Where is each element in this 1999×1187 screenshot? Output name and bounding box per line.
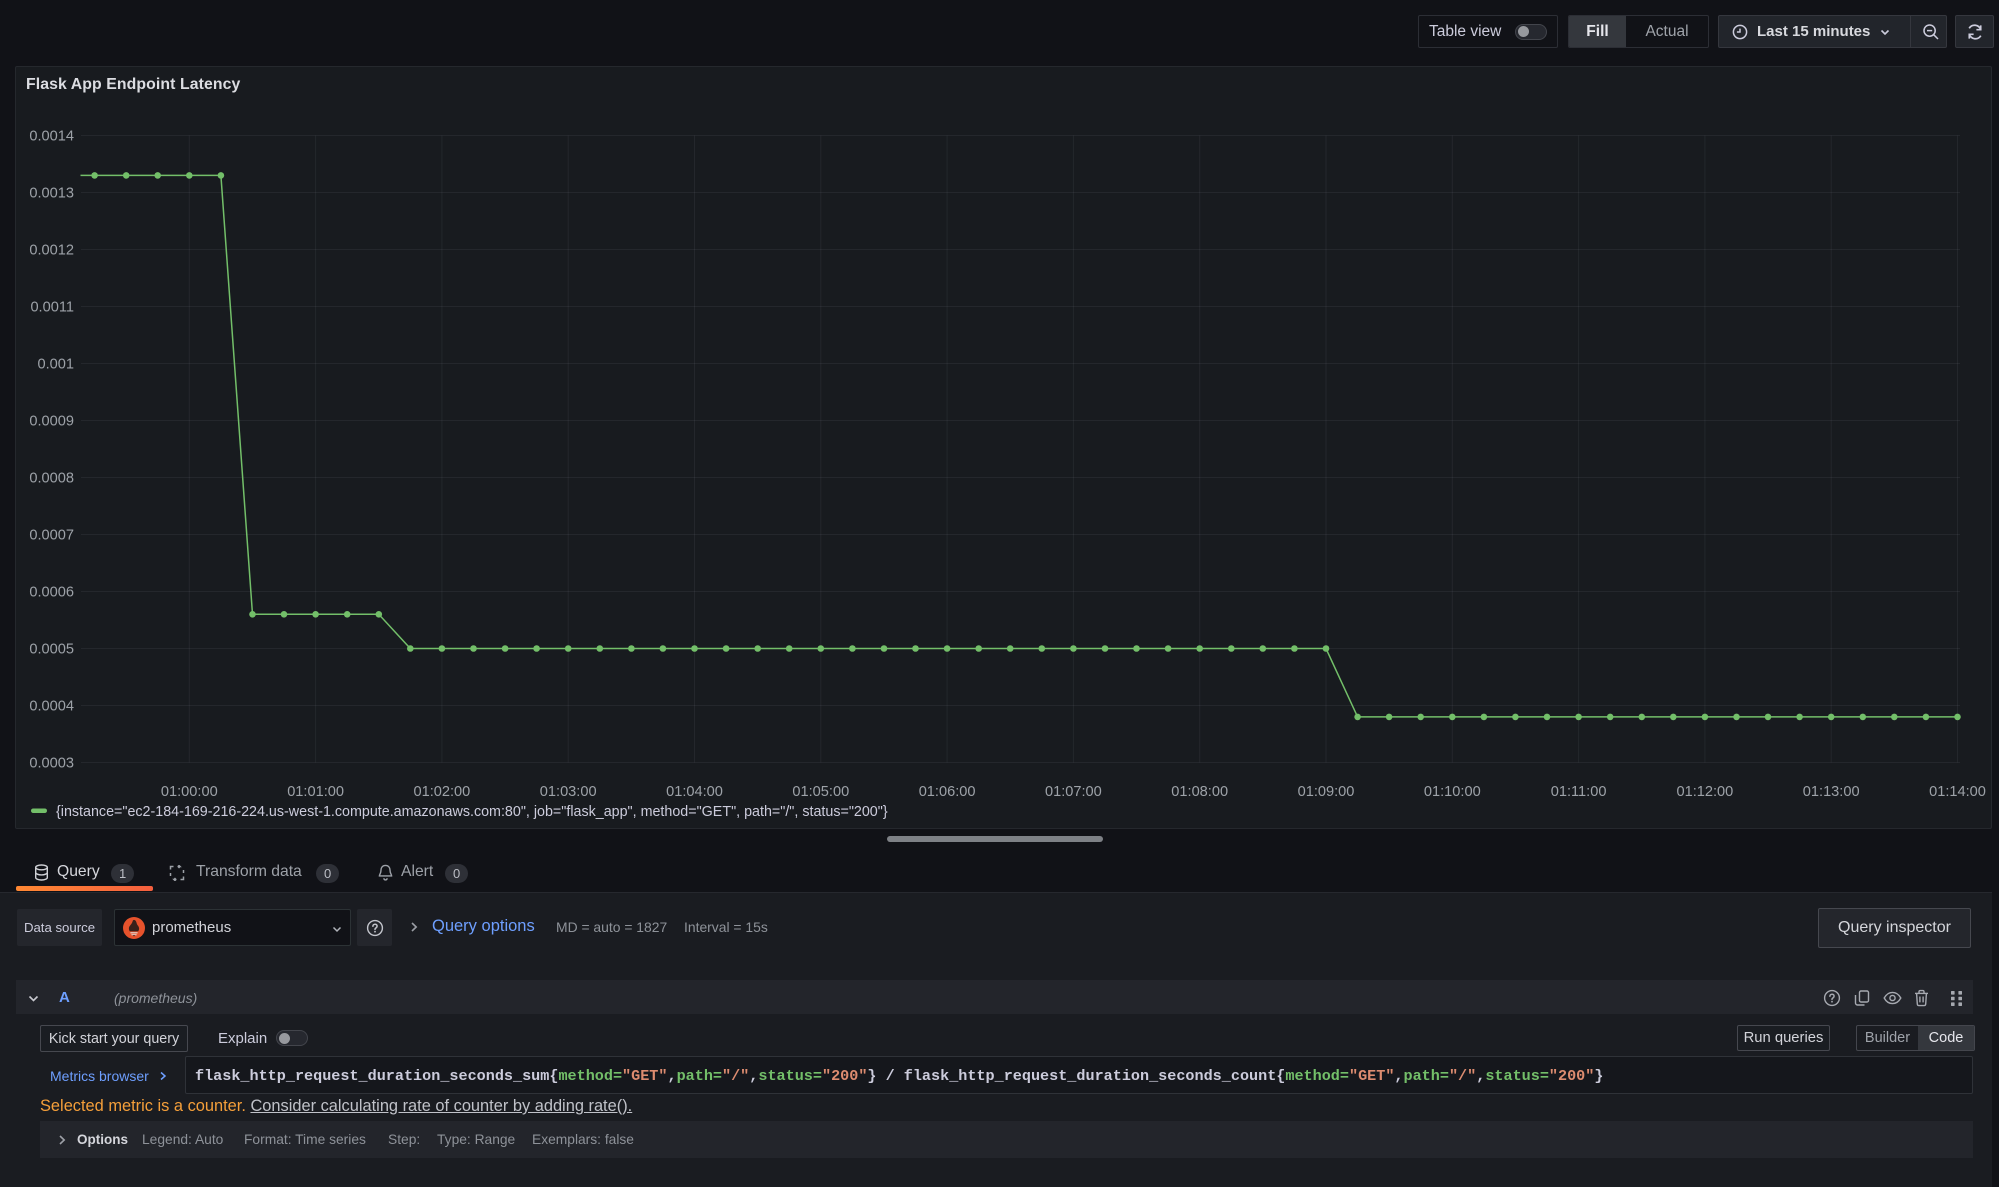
svg-text:01:06:00: 01:06:00 xyxy=(919,784,976,800)
svg-text:0.0011: 0.0011 xyxy=(30,300,74,316)
svg-text:0.0007: 0.0007 xyxy=(29,528,74,544)
svg-text:0.0003: 0.0003 xyxy=(29,756,74,772)
svg-text:0.0004: 0.0004 xyxy=(29,699,74,715)
svg-text:01:12:00: 01:12:00 xyxy=(1676,784,1733,800)
svg-text:{instance="ec2-184-169-216-224: {instance="ec2-184-169-216-224.us-west-1… xyxy=(56,804,888,820)
svg-text:01:08:00: 01:08:00 xyxy=(1171,784,1228,800)
svg-text:01:05:00: 01:05:00 xyxy=(792,784,849,800)
svg-text:01:11:00: 01:11:00 xyxy=(1551,784,1607,800)
svg-text:01:13:00: 01:13:00 xyxy=(1803,784,1860,800)
svg-text:01:01:00: 01:01:00 xyxy=(287,784,344,800)
svg-text:01:04:00: 01:04:00 xyxy=(666,784,723,800)
svg-text:01:10:00: 01:10:00 xyxy=(1424,784,1481,800)
svg-text:0.0009: 0.0009 xyxy=(29,414,74,430)
svg-text:0.0013: 0.0013 xyxy=(29,186,74,202)
svg-text:0.001: 0.001 xyxy=(37,357,74,373)
svg-text:01:02:00: 01:02:00 xyxy=(413,784,470,800)
svg-text:0.0005: 0.0005 xyxy=(29,642,74,658)
svg-text:0.0014: 0.0014 xyxy=(29,129,74,145)
svg-text:01:03:00: 01:03:00 xyxy=(540,784,597,800)
svg-text:0.0008: 0.0008 xyxy=(29,471,74,487)
svg-text:0.0006: 0.0006 xyxy=(29,585,74,601)
svg-text:0.0012: 0.0012 xyxy=(29,243,74,259)
svg-text:01:07:00: 01:07:00 xyxy=(1045,784,1102,800)
svg-text:01:14:00: 01:14:00 xyxy=(1929,784,1986,800)
svg-text:01:09:00: 01:09:00 xyxy=(1298,784,1355,800)
svg-text:01:00:00: 01:00:00 xyxy=(161,784,218,800)
